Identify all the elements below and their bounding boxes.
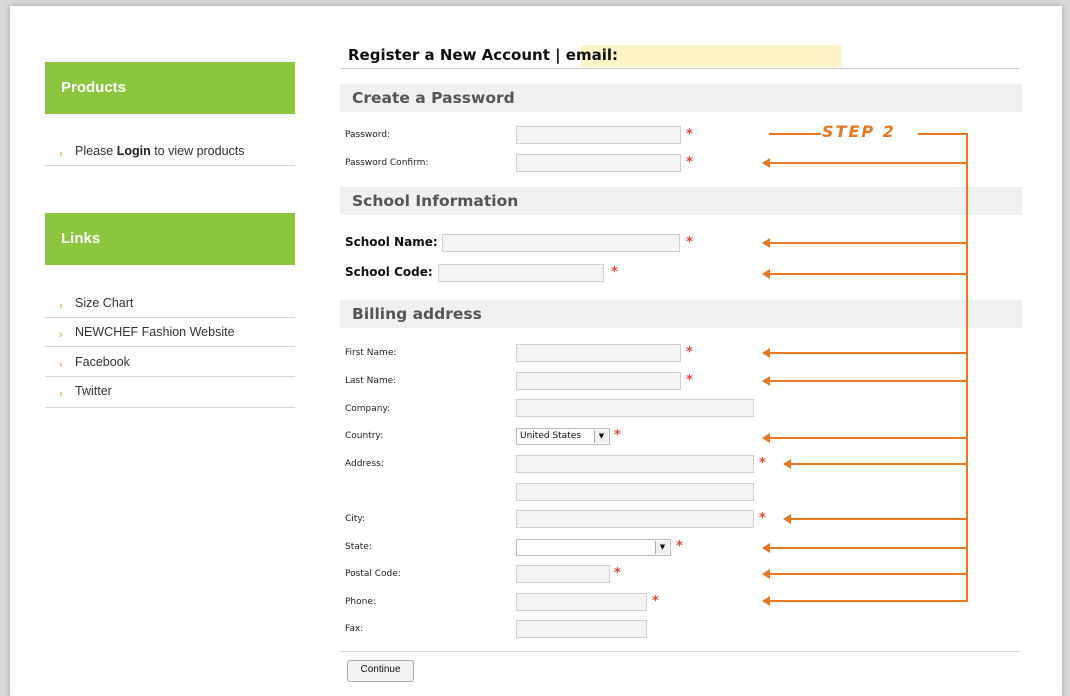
required-mark: * xyxy=(759,511,766,526)
required-mark: * xyxy=(686,345,693,360)
password-confirm-label: Password Confirm: xyxy=(345,158,429,168)
postal-code-input[interactable] xyxy=(516,565,610,583)
arrow-left-icon xyxy=(762,158,967,168)
sidebar-link-size-chart[interactable]: › Size Chart xyxy=(45,296,295,318)
required-mark: * xyxy=(686,373,693,388)
first-name-input[interactable] xyxy=(516,344,681,362)
arrow-left-icon xyxy=(762,238,967,248)
arrow-left-icon xyxy=(762,433,967,443)
bullet-icon: › xyxy=(59,359,63,371)
password-input[interactable] xyxy=(516,126,681,144)
required-mark: * xyxy=(611,265,618,280)
arrow-left-icon xyxy=(762,569,967,579)
step-bracket-line xyxy=(966,133,968,602)
country-select[interactable]: United States ▼ xyxy=(516,428,610,445)
required-mark: * xyxy=(759,456,766,471)
password-label: Password: xyxy=(345,130,391,140)
country-label: Country: xyxy=(345,431,384,441)
arrow-left-icon xyxy=(762,348,967,358)
required-mark: * xyxy=(614,428,621,443)
school-code-label: School Code: xyxy=(345,265,433,279)
products-heading: Products xyxy=(45,62,295,114)
sidebar-link-twitter[interactable]: › Twitter xyxy=(45,384,295,408)
state-select[interactable]: ▼ xyxy=(516,539,671,556)
first-name-label: First Name: xyxy=(345,348,397,358)
required-mark: * xyxy=(686,155,693,170)
last-name-label: Last Name: xyxy=(345,376,397,386)
school-name-input[interactable] xyxy=(442,234,680,252)
arrow-left-icon xyxy=(762,269,967,279)
email-highlight xyxy=(581,45,841,67)
city-input[interactable] xyxy=(516,510,754,528)
continue-button[interactable]: Continue xyxy=(347,660,414,682)
section-school: School Information xyxy=(340,187,1022,215)
company-label: Company: xyxy=(345,404,391,414)
step-line-left xyxy=(769,133,821,135)
postal-code-label: Postal Code: xyxy=(345,569,401,579)
bullet-icon: › xyxy=(59,300,63,312)
arrow-left-icon xyxy=(783,459,967,469)
section-password: Create a Password xyxy=(340,84,1022,112)
bullet-icon: › xyxy=(59,388,63,400)
company-input[interactable] xyxy=(516,399,754,417)
login-link[interactable]: Login xyxy=(117,144,151,158)
step-line-right xyxy=(918,133,968,135)
chevron-down-icon: ▼ xyxy=(655,541,669,554)
fax-input[interactable] xyxy=(516,620,647,638)
sidebar-link-facebook[interactable]: › Facebook xyxy=(45,355,295,377)
address-input-1[interactable] xyxy=(516,455,754,473)
required-mark: * xyxy=(614,566,621,581)
bullet-icon: › xyxy=(59,148,63,160)
school-code-input[interactable] xyxy=(438,264,604,282)
fax-label: Fax: xyxy=(345,624,364,634)
links-heading: Links xyxy=(45,213,295,265)
required-mark: * xyxy=(686,235,693,250)
products-item: › Please Login to view products xyxy=(45,144,295,166)
address-label: Address: xyxy=(345,459,384,469)
form-header: Register a New Account | email: xyxy=(340,44,1020,69)
chevron-down-icon: ▼ xyxy=(594,430,608,443)
arrow-left-icon xyxy=(783,514,967,524)
password-confirm-input[interactable] xyxy=(516,154,681,172)
state-label: State: xyxy=(345,542,372,552)
required-mark: * xyxy=(686,127,693,142)
required-mark: * xyxy=(676,539,683,554)
bullet-icon: › xyxy=(59,329,63,341)
page-title: Register a New Account | email: xyxy=(348,46,618,64)
last-name-input[interactable] xyxy=(516,372,681,390)
school-name-label: School Name: xyxy=(345,235,438,249)
section-billing: Billing address xyxy=(340,300,1022,328)
arrow-left-icon xyxy=(762,543,967,553)
arrow-left-icon xyxy=(762,376,967,386)
phone-label: Phone: xyxy=(345,597,376,607)
arrow-left-icon xyxy=(762,596,967,606)
divider xyxy=(340,651,1020,652)
city-label: City: xyxy=(345,514,366,524)
sidebar-link-newchef[interactable]: › NEWCHEF Fashion Website xyxy=(45,325,295,347)
step-label: STEP 2 xyxy=(822,122,896,141)
address-input-2[interactable] xyxy=(516,483,754,501)
phone-input[interactable] xyxy=(516,593,647,611)
required-mark: * xyxy=(652,594,659,609)
